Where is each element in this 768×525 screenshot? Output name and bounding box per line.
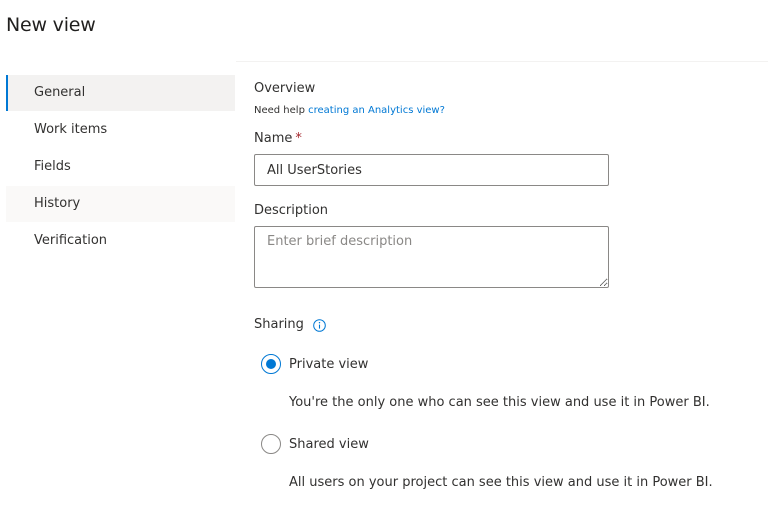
nav-item-general[interactable]: General <box>6 75 235 111</box>
name-label-text: Name <box>254 131 293 146</box>
header-divider <box>236 61 768 62</box>
help-prefix: Need help <box>254 105 309 116</box>
nav-item-label: Fields <box>34 159 71 174</box>
info-icon[interactable] <box>313 318 326 332</box>
private-view-label: Private view <box>289 356 369 372</box>
shared-view-label: Shared view <box>289 436 369 452</box>
nav-item-verification[interactable]: Verification <box>6 223 235 259</box>
private-view-description: You're the only one who can see this vie… <box>289 395 710 410</box>
private-view-option[interactable]: Private view <box>261 353 754 375</box>
name-input[interactable] <box>254 154 609 186</box>
nav-item-fields[interactable]: Fields <box>6 149 235 185</box>
private-view-radio[interactable] <box>261 354 281 374</box>
nav-item-label: Work items <box>34 122 108 137</box>
shared-view-radio[interactable] <box>261 434 281 454</box>
required-marker: * <box>295 131 302 146</box>
nav-item-label: History <box>34 196 81 211</box>
nav-item-label: General <box>34 85 86 100</box>
description-textarea[interactable] <box>254 226 609 288</box>
shared-view-option[interactable]: Shared view <box>261 433 754 455</box>
shared-view-description: All users on your project can see this v… <box>289 475 713 490</box>
general-form: Overview Need help creating an Analytics… <box>254 80 754 492</box>
sharing-header: Sharing <box>254 316 754 334</box>
help-text: Need help creating an Analytics view? <box>254 104 754 118</box>
overview-heading: Overview <box>254 81 316 96</box>
description-label: Description <box>254 203 329 218</box>
name-label: Name * <box>254 130 754 148</box>
analytics-help-link[interactable]: creating an Analytics view? <box>308 105 445 116</box>
nav-item-label: Verification <box>34 233 108 248</box>
page-title: New view <box>6 14 96 36</box>
left-nav: General Work items Fields History Verifi… <box>6 75 235 260</box>
info-icon-glyph <box>313 318 326 332</box>
sharing-label: Sharing <box>254 317 304 332</box>
new-view-panel: New view General Work items Fields Histo… <box>0 0 768 525</box>
nav-item-history[interactable]: History <box>6 186 235 222</box>
nav-item-work-items[interactable]: Work items <box>6 112 235 148</box>
